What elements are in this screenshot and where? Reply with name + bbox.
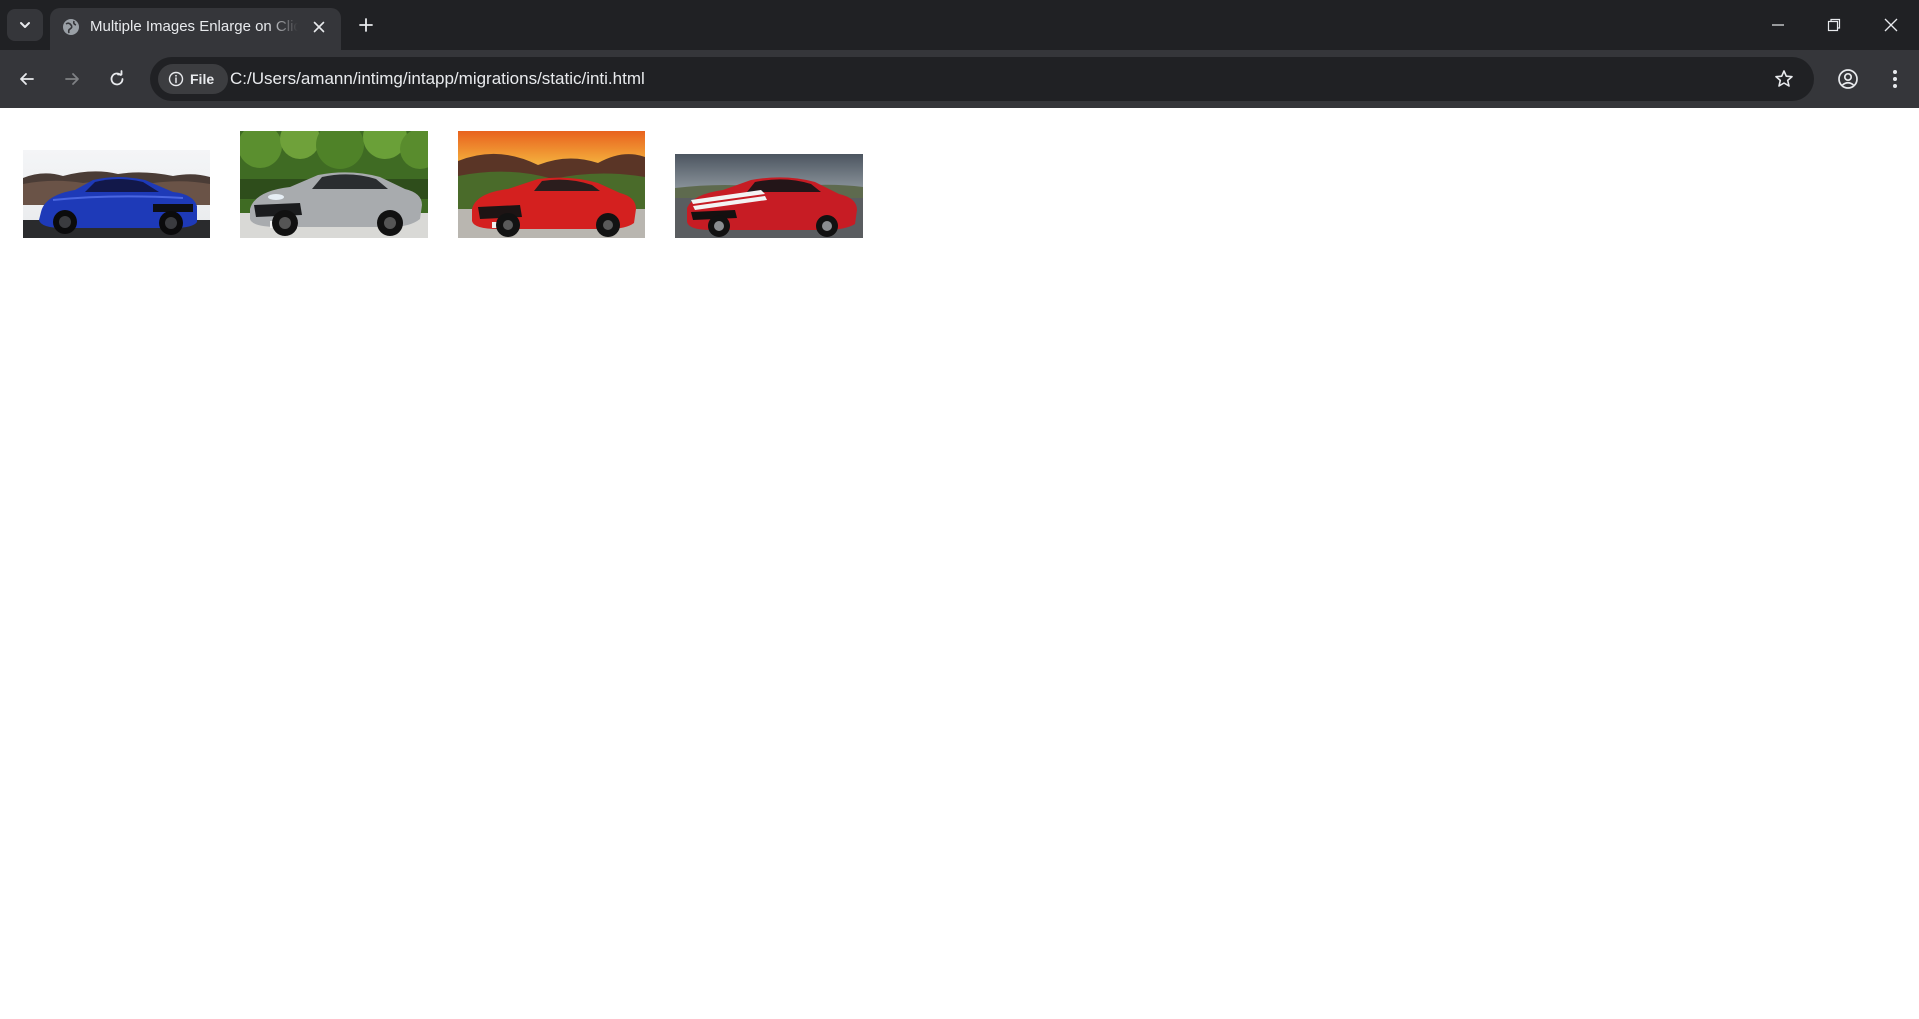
car-image-silver-sports-car[interactable] [240, 131, 428, 238]
arrow-right-icon [65, 73, 79, 85]
minimize-icon [1772, 24, 1784, 26]
profile-icon [1838, 69, 1858, 89]
close-window-button[interactable] [1863, 0, 1919, 50]
profile-button[interactable] [1833, 64, 1863, 94]
page-content [0, 108, 1919, 1019]
reload-button[interactable] [102, 64, 132, 94]
kebab-menu-icon [1893, 70, 1897, 88]
arrow-left-icon [20, 73, 34, 85]
browser-toolbar: File C:/Users/amann/intimg/intapp/migrat… [0, 50, 1919, 108]
back-button[interactable] [12, 64, 42, 94]
active-tab[interactable]: Multiple Images Enlarge on Click [50, 8, 341, 50]
close-icon [313, 21, 325, 33]
address-bar[interactable]: File C:/Users/amann/intimg/intapp/migrat… [150, 57, 1814, 101]
site-info-chip[interactable]: File [158, 64, 228, 94]
new-tab-button[interactable] [353, 10, 379, 40]
browser-menu-button[interactable] [1880, 64, 1910, 94]
star-icon [1775, 70, 1793, 87]
minimize-button[interactable] [1750, 0, 1806, 50]
site-info-label: File [190, 71, 215, 87]
close-icon [1884, 18, 1898, 32]
chevron-down-icon [20, 22, 30, 28]
tab-search-button[interactable] [7, 9, 43, 41]
car-image-blue-sedan[interactable] [23, 150, 210, 238]
reload-icon [110, 70, 124, 86]
car-image-red-roadster[interactable] [458, 131, 645, 238]
restore-icon [1827, 18, 1841, 32]
forward-button[interactable] [57, 64, 87, 94]
globe-icon [63, 19, 79, 35]
plus-icon [359, 18, 373, 32]
title-bar: Multiple Images Enlarge on Click [0, 0, 1919, 50]
car-image-red-muscle-car[interactable] [675, 154, 863, 238]
tab-title: Multiple Images Enlarge on Click [90, 18, 298, 35]
tab-close-button[interactable] [308, 16, 330, 38]
restore-button[interactable] [1806, 0, 1862, 50]
url-text[interactable]: C:/Users/amann/intimg/intapp/migrations/… [230, 69, 645, 89]
info-icon [168, 71, 184, 87]
bookmark-button[interactable] [1772, 67, 1796, 91]
